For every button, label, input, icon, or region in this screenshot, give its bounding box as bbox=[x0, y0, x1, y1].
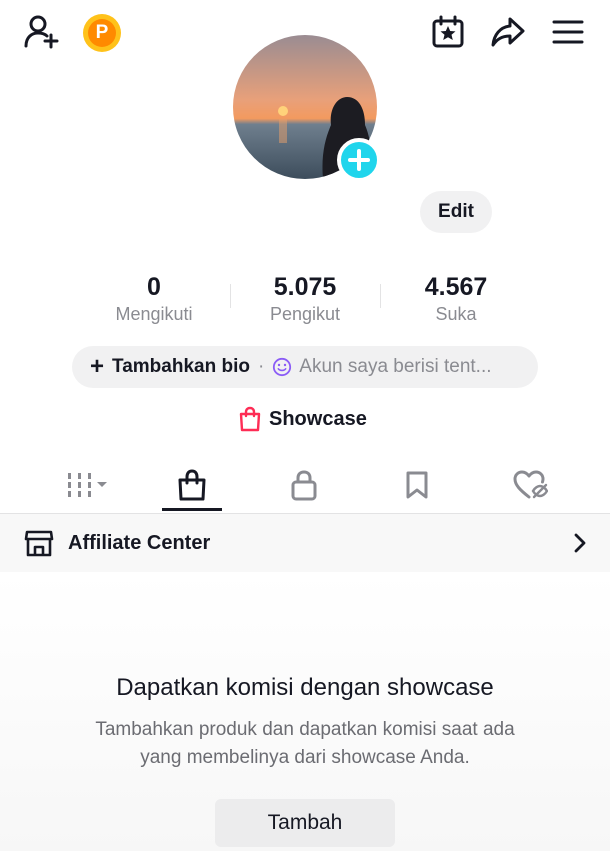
showcase-link[interactable]: Showcase bbox=[238, 406, 367, 432]
bookmark-icon bbox=[406, 471, 428, 499]
chevron-right-icon bbox=[574, 533, 586, 553]
bio-suggestion[interactable]: Akun saya berisi tent... bbox=[272, 356, 492, 378]
add-bio-label: Tambahkan bio bbox=[112, 356, 250, 377]
add-bio-button[interactable]: + Tambahkan bio bbox=[90, 355, 250, 379]
affiliate-center-label: Affiliate Center bbox=[68, 531, 211, 554]
add-friend-button[interactable] bbox=[20, 12, 64, 52]
person-plus-icon bbox=[24, 15, 59, 49]
active-tab-indicator bbox=[162, 508, 222, 511]
likes-label: Suka bbox=[435, 304, 477, 324]
bio-separator: · bbox=[257, 356, 265, 377]
add-product-button[interactable]: Tambah bbox=[215, 799, 395, 847]
grid-videos-icon bbox=[68, 473, 107, 497]
followers-stat[interactable]: 5.075 Pengikut bbox=[225, 272, 385, 326]
tab-saved[interactable] bbox=[377, 456, 457, 514]
add-bio-pill[interactable]: + Tambahkan bio · Akun saya berisi tent.… bbox=[72, 346, 538, 388]
calendar-button[interactable] bbox=[428, 12, 468, 52]
calendar-star-icon bbox=[432, 15, 464, 48]
add-avatar-button[interactable] bbox=[337, 138, 381, 182]
empty-state-description: Tambahkan produk dan dapatkan komisi saa… bbox=[55, 716, 555, 772]
store-icon bbox=[24, 530, 54, 557]
share-arrow-icon bbox=[491, 17, 525, 47]
empty-state-description-line: Tambahkan produk dan dapatkan komisi saa… bbox=[95, 719, 515, 740]
empty-state-description-line: yang membelinya dari showcase Anda. bbox=[140, 747, 470, 768]
following-stat[interactable]: 0 Mengikuti bbox=[74, 272, 234, 326]
following-count: 0 bbox=[147, 273, 161, 301]
profile-tabs bbox=[0, 456, 610, 514]
likes-count: 4.567 bbox=[424, 273, 488, 301]
tab-private[interactable] bbox=[264, 456, 344, 514]
tab-videos[interactable] bbox=[46, 456, 126, 514]
shopping-bag-icon bbox=[178, 469, 206, 501]
menu-button[interactable] bbox=[548, 12, 588, 52]
tab-liked[interactable] bbox=[490, 456, 570, 514]
shopping-bag-icon bbox=[239, 406, 261, 432]
showcase-label: Showcase bbox=[269, 407, 367, 430]
coin-badge[interactable]: P bbox=[83, 14, 121, 52]
likes-stat[interactable]: 4.567 Suka bbox=[376, 272, 536, 326]
share-button[interactable] bbox=[488, 12, 528, 52]
hamburger-menu-icon bbox=[552, 20, 584, 44]
edit-profile-button[interactable]: Edit bbox=[420, 191, 492, 233]
plus-icon bbox=[348, 149, 370, 171]
lock-icon bbox=[291, 470, 317, 501]
affiliate-center-row[interactable]: Affiliate Center bbox=[0, 514, 610, 572]
empty-state-title: Dapatkan komisi dengan showcase bbox=[116, 674, 494, 701]
plus-icon: + bbox=[90, 353, 105, 380]
tab-showcase[interactable] bbox=[152, 456, 232, 514]
bio-hint-text: Akun saya berisi tent... bbox=[299, 356, 492, 377]
liked-hidden-heart-icon bbox=[513, 470, 548, 499]
coin-letter: P bbox=[88, 19, 116, 47]
following-label: Mengikuti bbox=[115, 304, 193, 324]
followers-label: Pengikut bbox=[269, 304, 341, 324]
smiley-icon bbox=[273, 357, 292, 377]
followers-count: 5.075 bbox=[273, 273, 337, 301]
